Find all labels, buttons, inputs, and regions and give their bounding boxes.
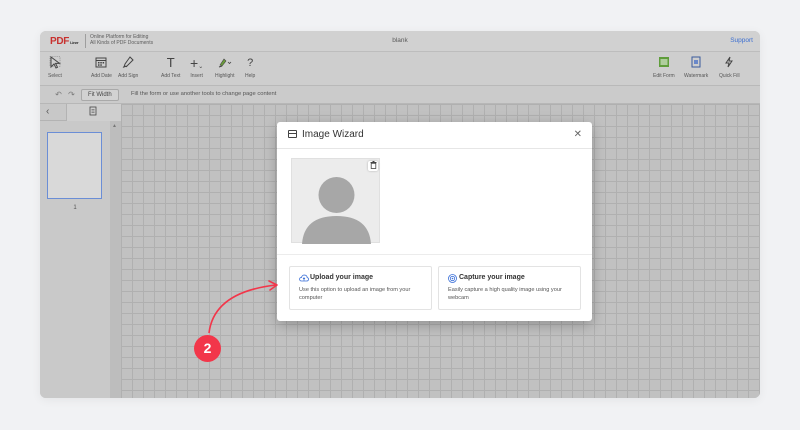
pointer-arrow: [208, 280, 278, 334]
step-number-badge: 2: [194, 335, 221, 362]
